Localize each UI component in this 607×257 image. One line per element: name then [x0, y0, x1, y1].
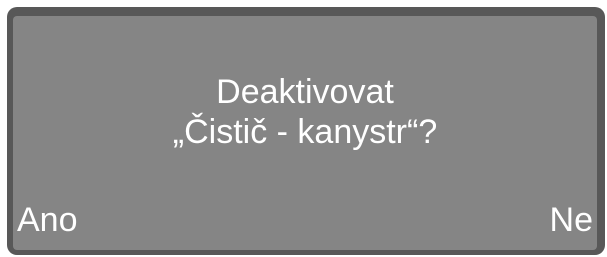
- yes-softkey[interactable]: Ano: [17, 202, 78, 238]
- message-line-2: „Čistič - kanystr“?: [172, 113, 438, 151]
- message-line-1: Deaktivovat: [216, 73, 394, 111]
- confirmation-message: Deaktivovat „Čistič - kanystr“?: [13, 72, 597, 152]
- no-softkey[interactable]: Ne: [550, 202, 593, 238]
- display-screen: Deaktivovat „Čistič - kanystr“? Ano Ne: [13, 16, 597, 250]
